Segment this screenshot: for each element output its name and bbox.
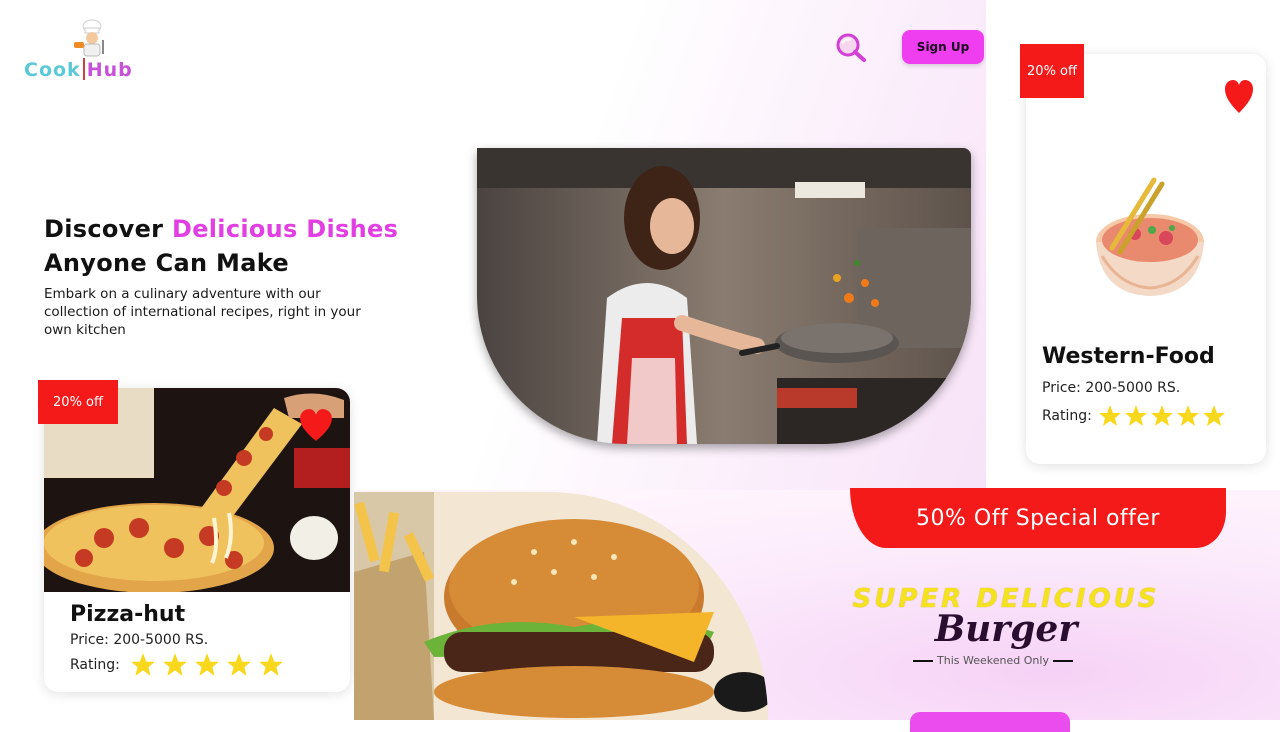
card-title: Pizza-hut [70,602,186,627]
logo-cook-text: Cook [24,59,81,81]
headline-line2: Anyone Can Make [44,249,289,277]
ramen-bowl-icon [1096,177,1204,296]
rating-label: Rating: [70,657,120,673]
card-rating: Rating: [1042,404,1226,428]
star-icon [194,653,219,676]
rating-stars [1098,404,1226,428]
heart-icon[interactable] [1224,78,1254,114]
divider-line [913,659,934,662]
star-icon [1124,405,1147,426]
headline-part1: Discover [44,215,172,243]
promo-note-text: This Weekened Only [937,654,1049,667]
headline-accent: Delicious Dishes [171,215,399,243]
logo-divider [82,58,85,80]
cooking-woman-photo [477,148,971,444]
heart-icon[interactable] [298,408,334,442]
star-icon [1202,405,1225,426]
star-icon [1150,405,1173,426]
sign-up-button[interactable]: Sign Up [902,30,984,64]
card-price: Price: 200-5000 RS. [70,632,209,648]
promo-cta-button[interactable] [910,712,1070,732]
promo-note: This Weekened Only [898,654,1088,667]
logo-wordmark: Cook Hub [24,58,133,81]
rating-stars [130,652,284,678]
search-icon [836,33,866,62]
card-title: Western-Food [1042,344,1215,369]
logo-hub-text: Hub [86,59,133,81]
star-icon [162,653,187,676]
offer-ribbon: 50% Off Special offer [850,488,1226,548]
cookhub-logo[interactable]: Cook Hub [24,18,154,88]
star-icon [258,653,283,676]
card-rating: Rating: [70,652,284,678]
card-price: Price: 200-5000 RS. [1042,380,1181,396]
star-icon [1098,405,1121,426]
star-icon [226,653,251,676]
hero-description: Embark on a culinary adventure with our … [44,286,361,338]
discount-badge: 20% off [1020,44,1084,98]
rating-label: Rating: [1042,408,1092,424]
star-icon [1176,405,1199,426]
promo-product-name: Burger [934,608,1078,650]
search-button[interactable] [834,32,870,64]
star-icon [130,653,155,676]
chef-mascot-icon [74,19,104,57]
discount-badge: 20% off [38,380,118,424]
hero-headline: Discover Delicious Dishes Anyone Can Mak… [44,212,464,280]
divider-line [1052,659,1073,662]
